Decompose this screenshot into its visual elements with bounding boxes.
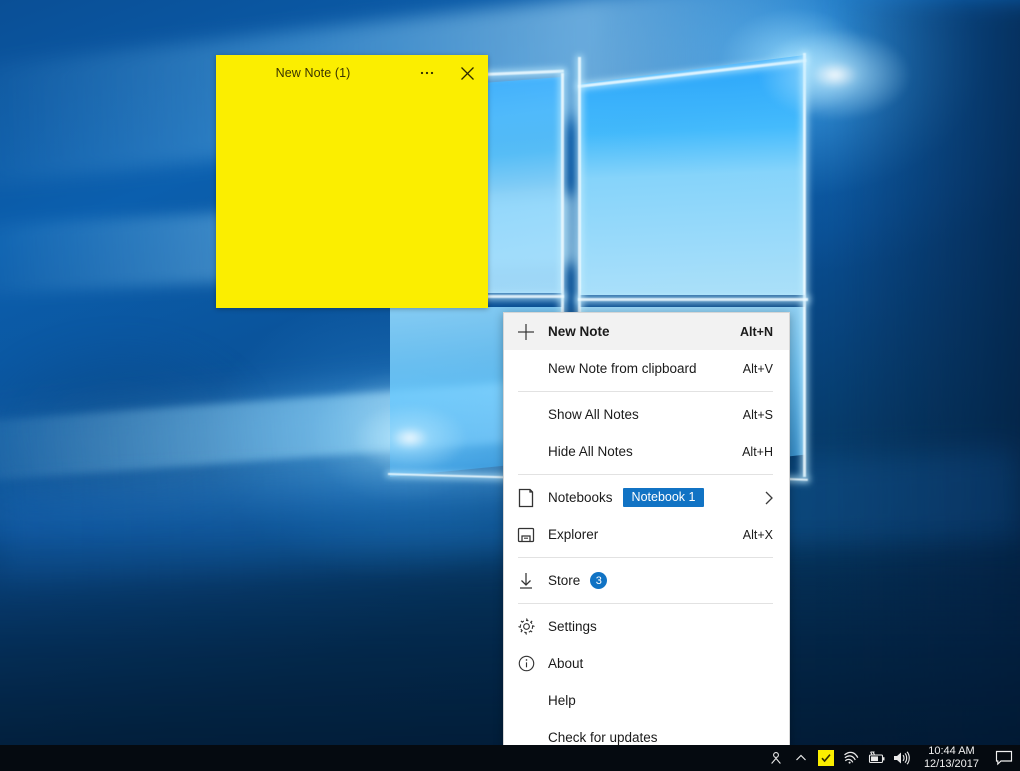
action-center-icon[interactable] <box>988 745 1020 771</box>
menu-item-label: New Note from clipboard <box>548 361 743 376</box>
menu-item-notebooks[interactable]: Notebooks Notebook 1 <box>504 479 789 516</box>
menu-item-help[interactable]: Help <box>504 682 789 719</box>
menu-item-label: Settings <box>548 619 773 634</box>
sticky-note-titlebar[interactable]: New Note (1) <box>216 55 488 91</box>
battery-charging-icon[interactable] <box>864 745 889 771</box>
sticky-notes-tray-icon[interactable] <box>814 745 839 771</box>
menu-item-new-note-from-clipboard[interactable]: New Note from clipboard Alt+V <box>504 350 789 387</box>
sticky-notes-glyph <box>818 750 834 766</box>
notebook-badge[interactable]: Notebook 1 <box>623 488 705 507</box>
speaker-icon[interactable] <box>889 745 914 771</box>
gear-icon <box>504 617 548 636</box>
wifi-icon[interactable] <box>839 745 864 771</box>
menu-item-label: Show All Notes <box>548 407 743 422</box>
sticky-note-window-buttons <box>412 55 482 91</box>
menu-item-explorer[interactable]: Explorer Alt+X <box>504 516 789 553</box>
menu-item-accelerator: Alt+H <box>742 445 789 459</box>
menu-item-about[interactable]: About <box>504 645 789 682</box>
menu-separator <box>518 557 773 558</box>
menu-item-new-note[interactable]: New Note Alt+N <box>504 313 789 350</box>
clock-time: 10:44 AM <box>928 745 974 758</box>
menu-item-store[interactable]: Store 3 <box>504 562 789 599</box>
menu-item-accelerator: Alt+N <box>740 325 789 339</box>
menu-item-label: Hide All Notes <box>548 444 742 459</box>
more-options-icon[interactable] <box>412 58 442 88</box>
taskbar[interactable]: 10:44 AM 12/13/2017 <box>0 745 1020 771</box>
sticky-note-body[interactable] <box>216 91 488 308</box>
menu-item-label: Check for updates <box>548 730 773 745</box>
menu-item-label: About <box>548 656 773 671</box>
clock-date: 12/13/2017 <box>924 758 979 771</box>
chevron-right-icon[interactable] <box>763 490 789 506</box>
menu-separator <box>518 474 773 475</box>
wallpaper-left-swirl <box>0 330 270 530</box>
menu-item-label: Notebooks <box>548 490 613 505</box>
menu-item-settings[interactable]: Settings <box>504 608 789 645</box>
download-icon <box>504 571 548 591</box>
tray-context-menu: New Note Alt+N New Note from clipboard A… <box>503 312 790 745</box>
menu-separator <box>518 391 773 392</box>
chevron-up-icon[interactable] <box>789 745 814 771</box>
explorer-icon <box>504 526 548 544</box>
store-update-count-badge: 3 <box>590 572 607 589</box>
taskbar-clock[interactable]: 10:44 AM 12/13/2017 <box>914 745 988 771</box>
menu-item-accelerator: Alt+X <box>743 528 789 542</box>
menu-item-accelerator: Alt+S <box>743 408 789 422</box>
menu-item-show-all-notes[interactable]: Show All Notes Alt+S <box>504 396 789 433</box>
menu-item-label: Explorer <box>548 527 743 542</box>
menu-item-check-for-updates[interactable]: Check for updates <box>504 719 789 745</box>
menu-separator <box>518 603 773 604</box>
close-icon[interactable] <box>452 58 482 88</box>
people-icon[interactable] <box>764 745 789 771</box>
plus-icon <box>504 322 548 342</box>
notebook-icon <box>504 488 548 508</box>
menu-item-label: Help <box>548 693 773 708</box>
menu-item-accelerator: Alt+V <box>743 362 789 376</box>
sticky-note-window[interactable]: New Note (1) <box>216 55 488 308</box>
desktop-background[interactable]: New Note (1) <box>0 0 1020 745</box>
menu-item-label: Store <box>548 573 580 588</box>
info-icon <box>504 654 548 673</box>
menu-item-label: New Note <box>548 324 740 339</box>
menu-item-hide-all-notes[interactable]: Hide All Notes Alt+H <box>504 433 789 470</box>
system-tray: 10:44 AM 12/13/2017 <box>764 745 1020 771</box>
wallpaper-right-shadow <box>830 0 1020 745</box>
